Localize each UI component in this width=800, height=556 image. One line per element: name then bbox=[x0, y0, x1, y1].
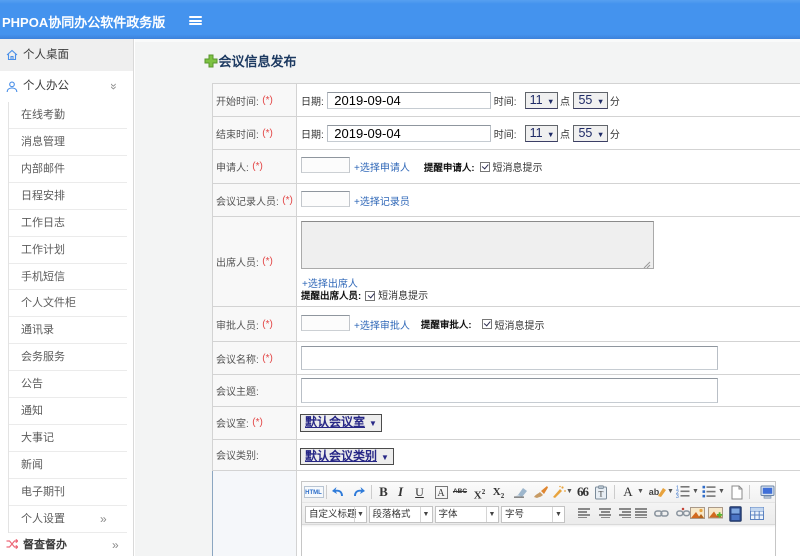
svg-text:T: T bbox=[598, 489, 603, 498]
svg-text:3: 3 bbox=[676, 494, 679, 498]
